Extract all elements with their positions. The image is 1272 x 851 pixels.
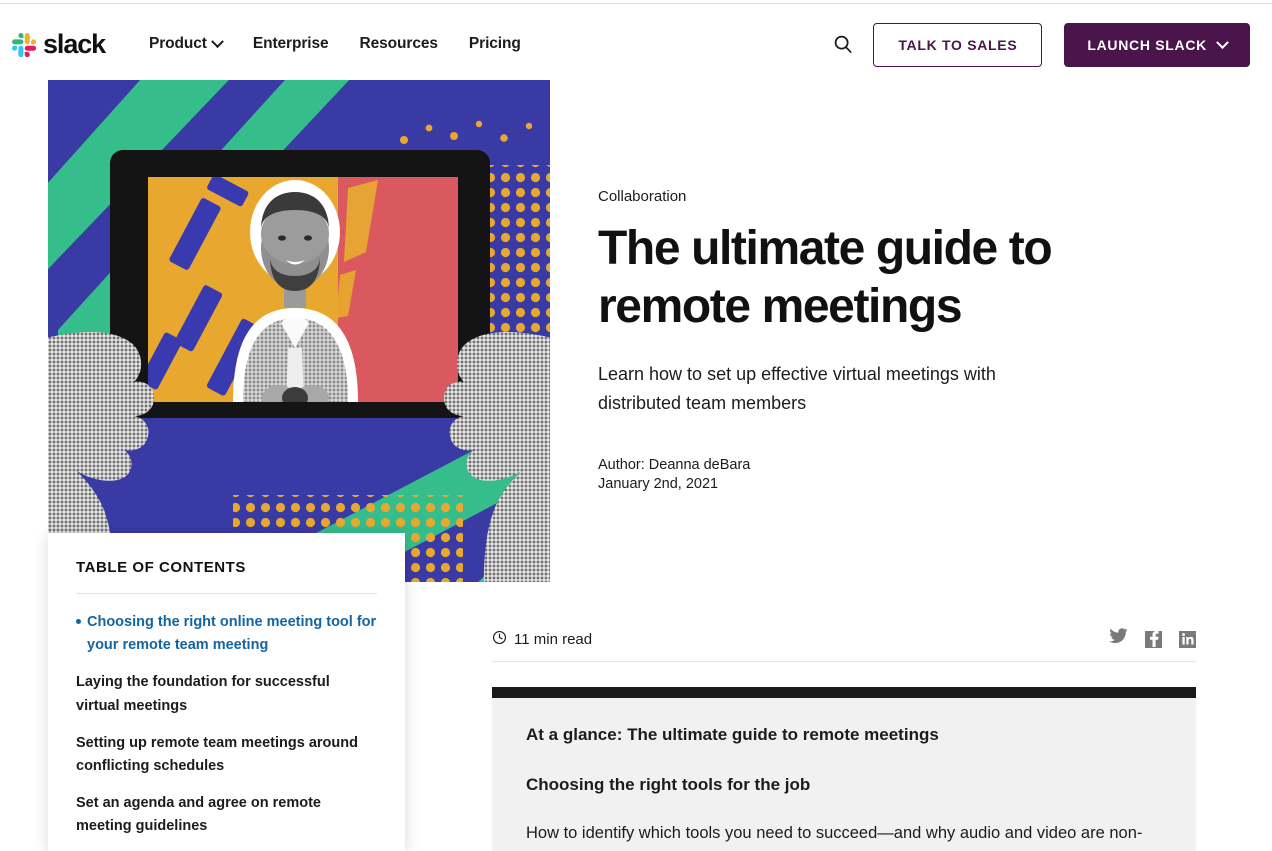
chevron-down-icon — [211, 35, 224, 48]
main-nav: Product Enterprise Resources Pricing — [149, 35, 521, 53]
read-time: 11 min read — [492, 630, 592, 649]
launch-slack-button[interactable]: LAUNCH SLACK — [1064, 23, 1250, 67]
at-a-glance-box: At a glance: The ultimate guide to remot… — [492, 698, 1196, 851]
glance-top-bar — [492, 687, 1196, 698]
article-byline: Author: Deanna deBara January 2nd, 2021 — [598, 456, 1138, 494]
nav-item-resources-label: Resources — [360, 35, 438, 53]
glance-subheading: Choosing the right tools for the job — [526, 772, 1162, 798]
slack-logo-wordmark: slack — [43, 31, 105, 58]
share-links — [1109, 628, 1196, 650]
clock-icon — [492, 630, 507, 649]
nav-item-enterprise-label: Enterprise — [253, 35, 329, 53]
chevron-down-icon — [1216, 36, 1229, 49]
read-time-label: 11 min read — [514, 631, 592, 648]
toc-heading: TABLE OF CONTENTS — [76, 559, 377, 576]
toc-item-1[interactable]: Choosing the right online meeting tool f… — [76, 611, 377, 657]
header-actions: TALK TO SALES LAUNCH SLACK — [821, 23, 1250, 67]
article-header: Collaboration The ultimate guide to remo… — [598, 186, 1138, 494]
slack-logo-icon — [12, 33, 36, 57]
glance-body: How to identify which tools you need to … — [526, 821, 1162, 851]
toc-item-4[interactable]: Set an agenda and agree on remote meetin… — [76, 792, 377, 838]
article-date: January 2nd, 2021 — [598, 475, 1138, 494]
search-icon — [832, 33, 854, 58]
nav-item-pricing-label: Pricing — [469, 35, 521, 53]
glance-heading: At a glance: The ultimate guide to remot… — [526, 722, 1162, 748]
nav-item-product-label: Product — [149, 35, 207, 53]
facebook-icon[interactable] — [1145, 631, 1162, 648]
toc-list: Choosing the right online meeting tool f… — [76, 611, 377, 851]
table-of-contents: TABLE OF CONTENTS Choosing the right onl… — [48, 533, 405, 851]
article-meta-bar: 11 min read — [492, 628, 1196, 662]
toc-item-2[interactable]: Laying the foundation for successful vir… — [76, 671, 377, 717]
nav-item-product[interactable]: Product — [149, 35, 222, 53]
site-header: slack Product Enterprise Resources Prici… — [0, 4, 1272, 78]
twitter-icon[interactable] — [1109, 628, 1128, 650]
search-button[interactable] — [821, 23, 865, 67]
talk-to-sales-button[interactable]: TALK TO SALES — [873, 23, 1042, 67]
nav-item-enterprise[interactable]: Enterprise — [253, 35, 329, 53]
hero-image — [48, 80, 550, 582]
nav-item-pricing[interactable]: Pricing — [469, 35, 521, 53]
page-title: The ultimate guide to remote meetings — [598, 220, 1138, 335]
article-author: Author: Deanna deBara — [598, 456, 1138, 475]
article-subtitle: Learn how to set up effective virtual me… — [598, 360, 1018, 418]
nav-item-resources[interactable]: Resources — [360, 35, 438, 53]
launch-slack-label: LAUNCH SLACK — [1087, 37, 1207, 53]
linkedin-icon[interactable] — [1179, 631, 1196, 648]
slack-logo-link[interactable]: slack — [12, 31, 105, 58]
toc-divider — [76, 593, 377, 594]
toc-item-3[interactable]: Setting up remote team meetings around c… — [76, 732, 377, 778]
article-category[interactable]: Collaboration — [598, 186, 1138, 207]
